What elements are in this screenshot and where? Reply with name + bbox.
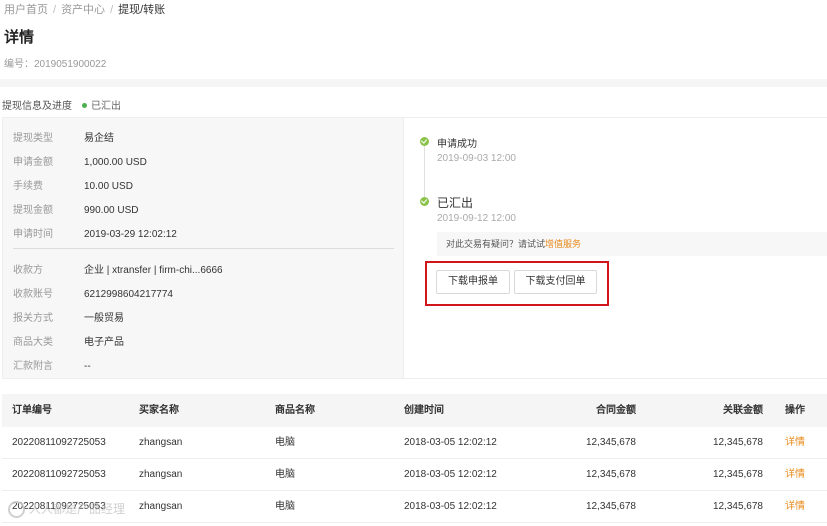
detail-row: 提现金额 990.00 USD xyxy=(13,201,138,216)
detail-value: 电子产品 xyxy=(84,337,124,348)
breadcrumb: 用户首页 / 资产中心 / 提现/转账 xyxy=(4,1,165,17)
created-time-cell: 2018-03-05 12:02:12 xyxy=(404,501,497,512)
section-divider xyxy=(0,79,827,87)
column-header: 商品名称 xyxy=(275,405,315,416)
progress-header: 提现信息及进度 已汇出 xyxy=(2,97,121,112)
detail-key: 手续费 xyxy=(13,181,43,192)
orders-table: 订单编号 买家名称 商品名称 创建时间 合同金额 关联金额 操作 2022081… xyxy=(2,394,827,523)
progress-timeline-panel: 申请成功 2019-09-03 12:00 已汇出 2019-09-12 12:… xyxy=(404,117,827,379)
contract-amount-cell: 12,345,678 xyxy=(585,437,636,448)
order-id-cell: 20220811092725053 xyxy=(12,469,106,480)
detail-row: 报关方式 一般贸易 xyxy=(13,309,124,324)
page-title: 详情 xyxy=(4,29,35,46)
product-cell: 电脑 xyxy=(275,501,295,512)
watermark-text: 人人都是产品经理 xyxy=(29,502,126,516)
detail-value: -- xyxy=(84,361,91,372)
download-receipt-button[interactable]: 下载支付回单 xyxy=(514,270,597,294)
detail-row: 申请金额 1,000.00 USD xyxy=(13,153,147,168)
order-number-value: 2019051900022 xyxy=(34,59,107,70)
contract-amount-cell: 12,345,678 xyxy=(585,469,636,480)
detail-row: 收款账号 6212998604217774 xyxy=(13,285,173,300)
linked-amount-cell: 12,345,678 xyxy=(712,501,763,512)
detail-key: 商品大类 xyxy=(13,337,53,348)
detail-key: 收款方 xyxy=(13,265,43,276)
detail-key: 报关方式 xyxy=(13,313,53,324)
detail-key: 申请金额 xyxy=(13,157,53,168)
detail-row: 手续费 10.00 USD xyxy=(13,177,133,192)
timeline-step-time: 2019-09-12 12:00 xyxy=(437,213,516,224)
detail-row: 商品大类 电子产品 xyxy=(13,333,124,348)
detail-key: 提现类型 xyxy=(13,133,53,144)
detail-row: 汇款附言 -- xyxy=(13,357,91,372)
check-circle-icon xyxy=(420,137,429,146)
table-row: 20220811092725053 zhangsan 电脑 2018-03-05… xyxy=(2,459,827,491)
created-time-cell: 2018-03-05 12:02:12 xyxy=(404,469,497,480)
order-id-cell: 20220811092725053 xyxy=(12,437,106,448)
detail-value: 1,000.00 USD xyxy=(84,157,147,168)
detail-value: 2019-03-29 12:02:12 xyxy=(84,229,177,240)
detail-key: 收款账号 xyxy=(13,289,53,300)
column-header: 操作 xyxy=(785,405,805,416)
details-link[interactable]: 详情 xyxy=(785,459,805,491)
detail-row: 提现类型 易企结 xyxy=(13,129,114,144)
detail-row: 收款方 企业 | xtransfer | firm-chi...6666 xyxy=(13,261,223,276)
withdrawal-details-panel: 提现类型 易企结 申请金额 1,000.00 USD 手续费 10.00 USD 提现… xyxy=(2,117,404,379)
table-row: 20220811092725053 zhangsan 电脑 2018-03-05… xyxy=(2,491,827,523)
download-report-button[interactable]: 下载申报单 xyxy=(436,270,510,294)
detail-value: 一般贸易 xyxy=(84,313,124,324)
help-text: 对此交易有疑问？请试试 xyxy=(446,239,546,249)
help-banner: 对此交易有疑问？请试试增值服务 xyxy=(437,232,827,256)
timeline-step-time: 2019-09-03 12:00 xyxy=(437,153,516,164)
detail-divider xyxy=(13,248,394,249)
detail-value: 990.00 USD xyxy=(84,205,139,216)
linked-amount-cell: 12,345,678 xyxy=(712,437,763,448)
breadcrumb-current: 提现/转账 xyxy=(118,4,166,16)
timeline-step-title: 已汇出 xyxy=(437,196,474,210)
breadcrumb-separator: / xyxy=(53,4,57,16)
detail-key: 申请时间 xyxy=(13,229,53,240)
detail-value: 10.00 USD xyxy=(84,181,133,192)
section-gap xyxy=(0,379,827,394)
value-added-service-link[interactable]: 增值服务 xyxy=(545,239,581,249)
detail-key: 提现金额 xyxy=(13,205,53,216)
detail-value: 6212998604217774 xyxy=(84,289,173,300)
column-header: 订单编号 xyxy=(12,405,52,416)
column-header: 合同金额 xyxy=(596,405,636,416)
timeline-step-title: 申请成功 xyxy=(437,139,477,150)
buyer-cell: zhangsan xyxy=(139,501,183,512)
column-header: 买家名称 xyxy=(139,405,179,416)
table-header: 订单编号 买家名称 商品名称 创建时间 合同金额 关联金额 操作 xyxy=(2,394,827,427)
details-link[interactable]: 详情 xyxy=(785,427,805,459)
contract-amount-cell: 12,345,678 xyxy=(585,501,636,512)
timeline-line xyxy=(424,146,425,198)
watermark: 人人都是产品经理 xyxy=(8,500,126,519)
created-time-cell: 2018-03-05 12:02:12 xyxy=(404,437,497,448)
table-row: 20220811092725053 zhangsan 电脑 2018-03-05… xyxy=(2,427,827,459)
check-circle-icon xyxy=(420,197,429,206)
progress-label: 提现信息及进度 xyxy=(2,101,72,112)
detail-value: 易企结 xyxy=(84,133,114,144)
order-number: 编号：2019051900022 xyxy=(4,55,106,70)
details-link[interactable]: 详情 xyxy=(785,491,805,523)
buyer-cell: zhangsan xyxy=(139,437,183,448)
order-number-label: 编号： xyxy=(4,59,34,70)
linked-amount-cell: 12,345,678 xyxy=(712,469,763,480)
product-cell: 电脑 xyxy=(275,469,295,480)
breadcrumb-assets-link[interactable]: 资产中心 xyxy=(61,4,105,16)
watermark-logo-icon xyxy=(8,501,25,519)
buyer-cell: zhangsan xyxy=(139,469,183,480)
breadcrumb-separator: / xyxy=(110,4,114,16)
product-cell: 电脑 xyxy=(275,437,295,448)
column-header: 关联金额 xyxy=(723,405,763,416)
status-badge: 已汇出 xyxy=(91,101,121,112)
detail-row: 申请时间 2019-03-29 12:02:12 xyxy=(13,225,177,240)
breadcrumb-home-link[interactable]: 用户首页 xyxy=(4,4,48,16)
detail-key: 汇款附言 xyxy=(13,361,53,372)
detail-value: 企业 | xtransfer | firm-chi...6666 xyxy=(84,265,223,276)
column-header: 创建时间 xyxy=(404,405,444,416)
status-dot-icon xyxy=(82,103,87,109)
